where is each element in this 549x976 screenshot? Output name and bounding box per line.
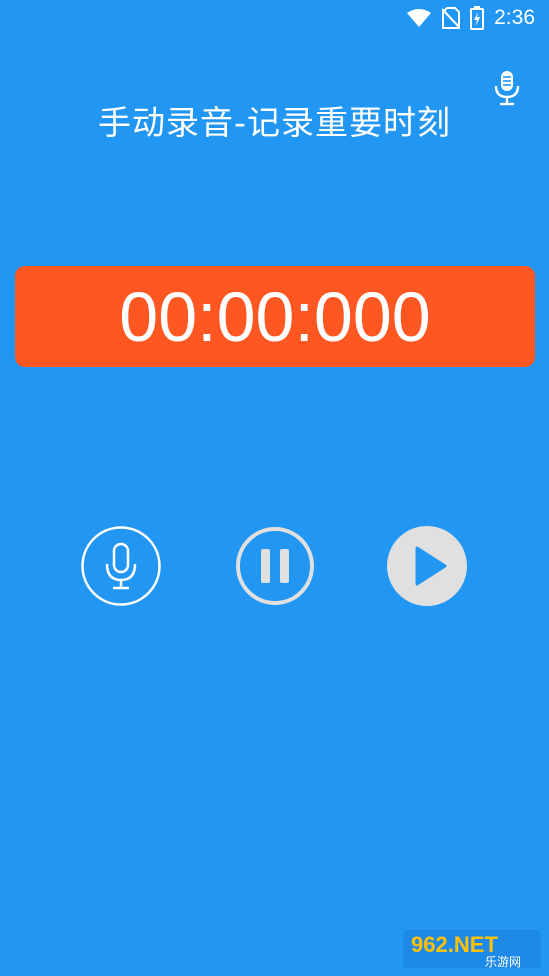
watermark-line2: 乐游网 — [485, 955, 521, 969]
wifi-icon — [407, 9, 432, 27]
record-button[interactable] — [81, 526, 161, 606]
battery-charging-icon — [470, 6, 485, 30]
watermark-line1: 962.NET — [411, 932, 498, 957]
play-button[interactable] — [387, 526, 467, 606]
timer-text: 00:00:000 — [119, 277, 431, 356]
pause-icon — [236, 527, 314, 605]
watermark-logo: 962.NET 乐游网 — [403, 928, 543, 970]
page-title: 手动录音-记录重要时刻 — [98, 103, 451, 142]
status-icons: 2:36 — [406, 6, 535, 30]
microphone-icon — [81, 526, 161, 606]
no-sim-icon — [442, 7, 461, 29]
pause-button[interactable] — [235, 526, 315, 606]
play-icon — [387, 526, 467, 606]
status-time: 2:36 — [494, 6, 535, 29]
status-bar: 2:36 — [0, 0, 549, 36]
timer-display: 00:00:000 — [15, 266, 535, 367]
